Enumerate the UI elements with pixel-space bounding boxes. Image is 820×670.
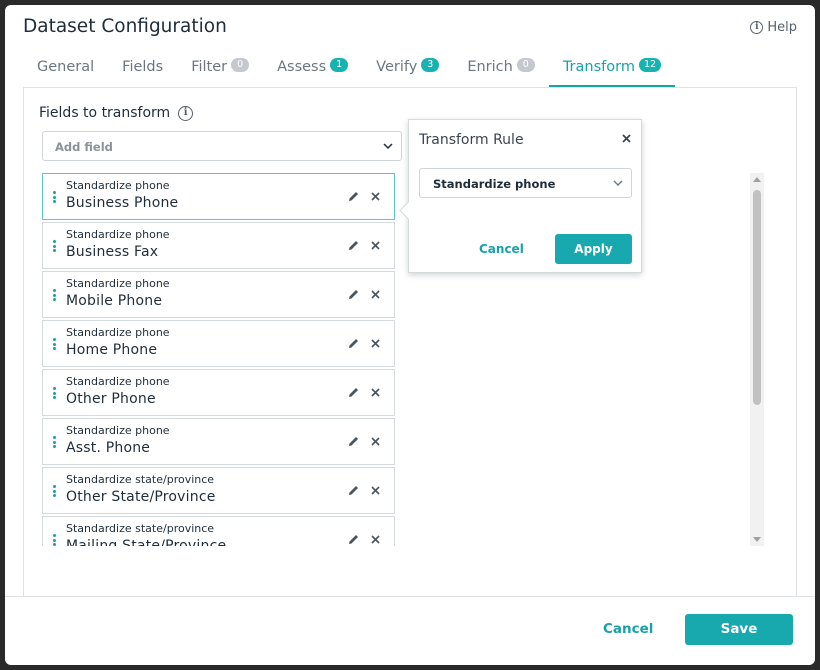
list-item[interactable]: Standardize state/province Mailing State… bbox=[42, 516, 395, 546]
count-badge: 3 bbox=[421, 58, 440, 72]
list-item[interactable]: Standardize phone Business Phone bbox=[42, 173, 395, 220]
transform-rule-popover: Transform Rule Standardize phone Cancel … bbox=[408, 119, 642, 273]
remove-icon[interactable] bbox=[370, 534, 381, 545]
chevron-down-icon bbox=[613, 180, 623, 186]
item-name: Mobile Phone bbox=[66, 293, 163, 309]
item-rule: Standardize state/province bbox=[66, 522, 215, 535]
footer-divider bbox=[5, 596, 815, 597]
tab-filter[interactable]: Filter 0 bbox=[177, 55, 263, 87]
list-item[interactable]: Standardize phone Business Fax bbox=[42, 222, 395, 269]
tab-fields[interactable]: Fields bbox=[108, 55, 177, 87]
remove-icon[interactable] bbox=[370, 191, 381, 202]
remove-icon[interactable] bbox=[370, 436, 381, 447]
item-rule: Standardize phone bbox=[66, 277, 170, 290]
drag-handle-icon[interactable] bbox=[53, 240, 56, 252]
tab-label: Fields bbox=[122, 59, 164, 75]
item-name: Business Phone bbox=[66, 195, 179, 211]
tab-bar: General Fields Filter 0 Assess 1 Verify 3 E… bbox=[23, 55, 676, 87]
remove-icon[interactable] bbox=[370, 240, 381, 251]
edit-icon[interactable] bbox=[347, 337, 360, 350]
tab-verify[interactable]: Verify 3 bbox=[362, 55, 453, 87]
edit-icon[interactable] bbox=[347, 190, 360, 203]
item-rule: Standardize phone bbox=[66, 326, 170, 339]
item-rule: Standardize phone bbox=[66, 424, 170, 437]
dialog-title: Dataset Configuration bbox=[23, 16, 227, 37]
selected-rule: Standardize phone bbox=[433, 177, 556, 191]
drag-handle-icon[interactable] bbox=[53, 191, 56, 203]
apply-button[interactable]: Apply bbox=[555, 234, 632, 264]
help-link[interactable]: i Help bbox=[750, 20, 797, 35]
transform-rule-select[interactable]: Standardize phone bbox=[419, 168, 632, 198]
popover-title: Transform Rule bbox=[419, 132, 524, 148]
item-name: Other State/Province bbox=[66, 489, 216, 505]
tab-assess[interactable]: Assess 1 bbox=[263, 55, 362, 87]
list-item[interactable]: Standardize phone Home Phone bbox=[42, 320, 395, 367]
item-name: Business Fax bbox=[66, 244, 159, 260]
info-icon: i bbox=[750, 21, 764, 34]
drag-handle-icon[interactable] bbox=[53, 485, 56, 497]
edit-icon[interactable] bbox=[347, 288, 360, 301]
help-label: Help bbox=[767, 20, 797, 35]
list-item[interactable]: Standardize phone Mobile Phone bbox=[42, 271, 395, 318]
tab-label: Enrich bbox=[467, 59, 513, 75]
section-title: Fields to transform i bbox=[39, 105, 194, 121]
popover-cancel-button[interactable]: Cancel bbox=[479, 242, 524, 256]
info-icon[interactable]: i bbox=[178, 105, 194, 121]
item-name: Asst. Phone bbox=[66, 440, 151, 456]
scroll-up-icon[interactable] bbox=[753, 177, 761, 182]
drag-handle-icon[interactable] bbox=[53, 338, 56, 350]
tab-label: Filter bbox=[191, 59, 228, 75]
list-item[interactable]: Standardize state/province Other State/P… bbox=[42, 467, 395, 514]
edit-icon[interactable] bbox=[347, 239, 360, 252]
tab-label: Verify bbox=[376, 59, 418, 75]
chevron-down-icon bbox=[383, 143, 393, 150]
tab-label: Assess bbox=[277, 59, 327, 75]
section-title-text: Fields to transform bbox=[39, 105, 171, 121]
edit-icon[interactable] bbox=[347, 435, 360, 448]
scrollbar-thumb[interactable] bbox=[753, 190, 761, 405]
add-field-placeholder: Add field bbox=[55, 140, 113, 154]
drag-handle-icon[interactable] bbox=[53, 534, 56, 546]
tab-label: General bbox=[37, 59, 95, 75]
edit-icon[interactable] bbox=[347, 533, 360, 546]
list-item[interactable]: Standardize phone Asst. Phone bbox=[42, 418, 395, 465]
save-button[interactable]: Save bbox=[685, 614, 793, 645]
item-name: Home Phone bbox=[66, 342, 158, 358]
tab-enrich[interactable]: Enrich 0 bbox=[453, 55, 549, 87]
remove-icon[interactable] bbox=[370, 387, 381, 398]
count-badge: 0 bbox=[231, 58, 250, 72]
tab-transform[interactable]: Transform 12 bbox=[548, 55, 676, 87]
item-name: Other Phone bbox=[66, 391, 156, 407]
edit-icon[interactable] bbox=[347, 484, 360, 497]
remove-icon[interactable] bbox=[370, 289, 381, 300]
add-field-select[interactable]: Add field bbox=[42, 131, 402, 161]
drag-handle-icon[interactable] bbox=[53, 387, 56, 399]
cancel-button[interactable]: Cancel bbox=[603, 621, 653, 637]
item-rule: Standardize phone bbox=[66, 228, 170, 241]
remove-icon[interactable] bbox=[370, 485, 381, 496]
remove-icon[interactable] bbox=[370, 338, 381, 349]
drag-handle-icon[interactable] bbox=[53, 436, 56, 448]
count-badge: 12 bbox=[638, 58, 662, 72]
list-item[interactable]: Standardize phone Other Phone bbox=[42, 369, 395, 416]
list-scrollbar[interactable] bbox=[750, 173, 764, 546]
count-badge: 1 bbox=[330, 58, 349, 72]
tab-general[interactable]: General bbox=[23, 55, 108, 87]
dataset-configuration-dialog: Dataset Configuration i Help General Fie… bbox=[5, 5, 815, 665]
item-rule: Standardize state/province bbox=[66, 473, 215, 486]
close-icon[interactable] bbox=[622, 134, 631, 143]
item-rule: Standardize phone bbox=[66, 375, 170, 388]
edit-icon[interactable] bbox=[347, 386, 360, 399]
item-name: Mailing State/Province bbox=[66, 538, 227, 546]
scroll-down-icon[interactable] bbox=[753, 537, 761, 542]
count-badge: 0 bbox=[516, 58, 535, 72]
transform-field-list: Standardize phone Business Phone Standar… bbox=[42, 173, 396, 546]
drag-handle-icon[interactable] bbox=[53, 289, 56, 301]
tab-label: Transform bbox=[562, 59, 635, 75]
item-rule: Standardize phone bbox=[66, 179, 170, 192]
